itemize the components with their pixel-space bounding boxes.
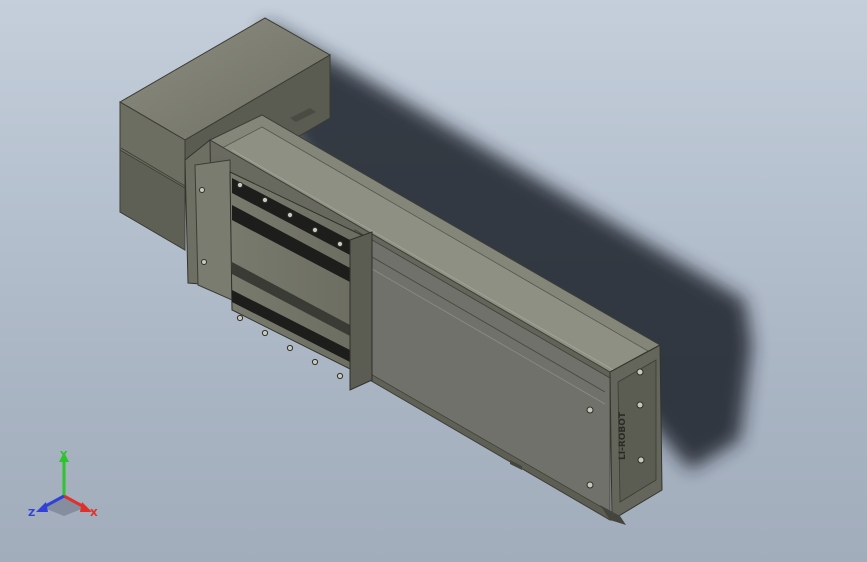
linear-actuator-model[interactable]: LI-ROBOT — [0, 0, 867, 562]
motor-adapter-plate[interactable] — [184, 138, 233, 301]
y-axis-label: Y — [59, 450, 68, 461]
brand-label: LI-ROBOT — [618, 411, 628, 460]
z-axis-label: Z — [28, 508, 35, 519]
3d-viewport[interactable]: LI-ROBOT Y X Z — [0, 0, 867, 562]
x-axis-label: X — [90, 508, 98, 519]
orientation-triad[interactable]: Y X Z — [24, 446, 104, 526]
z-axis-arrow-icon — [36, 502, 48, 512]
